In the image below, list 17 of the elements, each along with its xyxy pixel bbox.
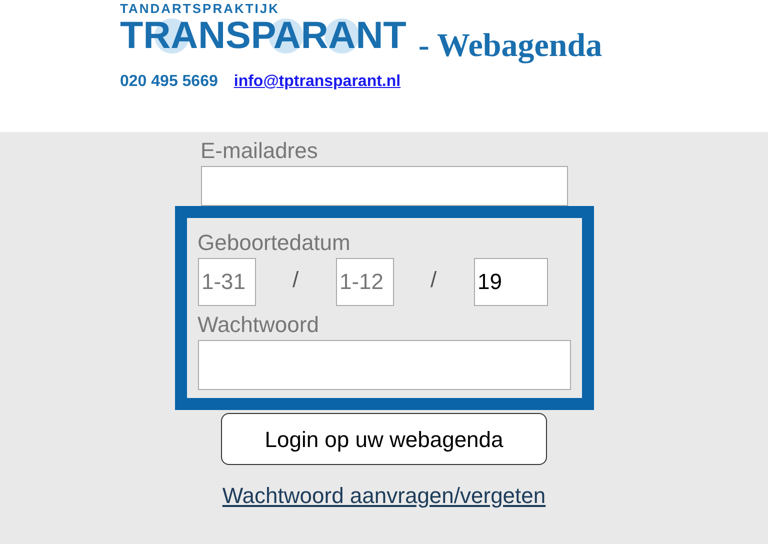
- page-title: - Webagenda: [418, 28, 602, 64]
- phone-number: 020 495 5669: [120, 72, 218, 92]
- email-label: E-mailadres: [200, 138, 319, 164]
- password-label: Wachtwoord: [198, 312, 320, 338]
- birthdate-label: Geboortedatum: [198, 230, 352, 256]
- month-field[interactable]: 1-12: [336, 258, 394, 306]
- logo-tagline: TANDARTSPRAKTIJK: [120, 2, 281, 16]
- date-separator: /: [429, 266, 438, 294]
- day-field[interactable]: 1-31: [198, 258, 256, 306]
- logo-wordmark: TRANSPARANT: [120, 16, 406, 56]
- year-field[interactable]: 19: [474, 258, 548, 306]
- login-button[interactable]: Login op uw webagenda: [221, 413, 547, 465]
- password-field[interactable]: [198, 340, 570, 390]
- forgot-password-link[interactable]: Wachtwoord aanvragen/vergeten: [222, 479, 546, 512]
- email-link[interactable]: info@tptransparant.nl: [234, 70, 401, 94]
- email-field[interactable]: [200, 166, 568, 206]
- date-separator: /: [291, 266, 300, 294]
